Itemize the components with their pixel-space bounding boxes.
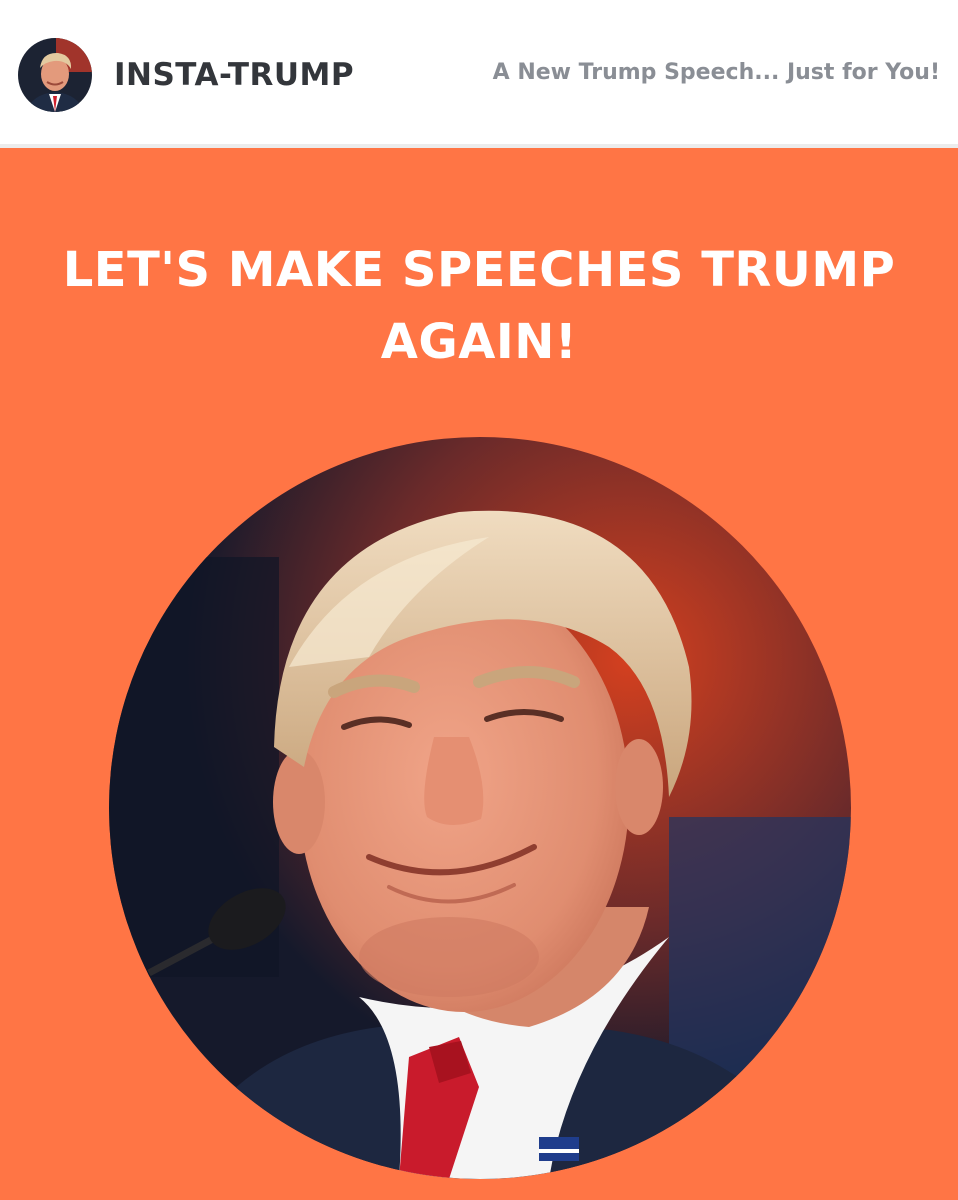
tagline: A New Trump Speech... Just for You! xyxy=(492,60,940,85)
portrait-illustration xyxy=(109,437,851,1179)
brand-title: INSTA-TRUMP xyxy=(114,57,355,93)
page-headline: LET'S MAKE SPEECHES TRUMP AGAIN! xyxy=(62,242,896,370)
hero-section: LET'S MAKE SPEECHES TRUMP AGAIN! xyxy=(0,148,958,1200)
home-logo-link[interactable]: INSTA-TRUMP xyxy=(18,38,354,112)
site-header: INSTA-TRUMP A New Trump Speech... Just f… xyxy=(0,0,958,148)
avatar-image xyxy=(18,38,92,112)
avatar xyxy=(18,38,92,112)
portrait-image xyxy=(109,437,851,1179)
